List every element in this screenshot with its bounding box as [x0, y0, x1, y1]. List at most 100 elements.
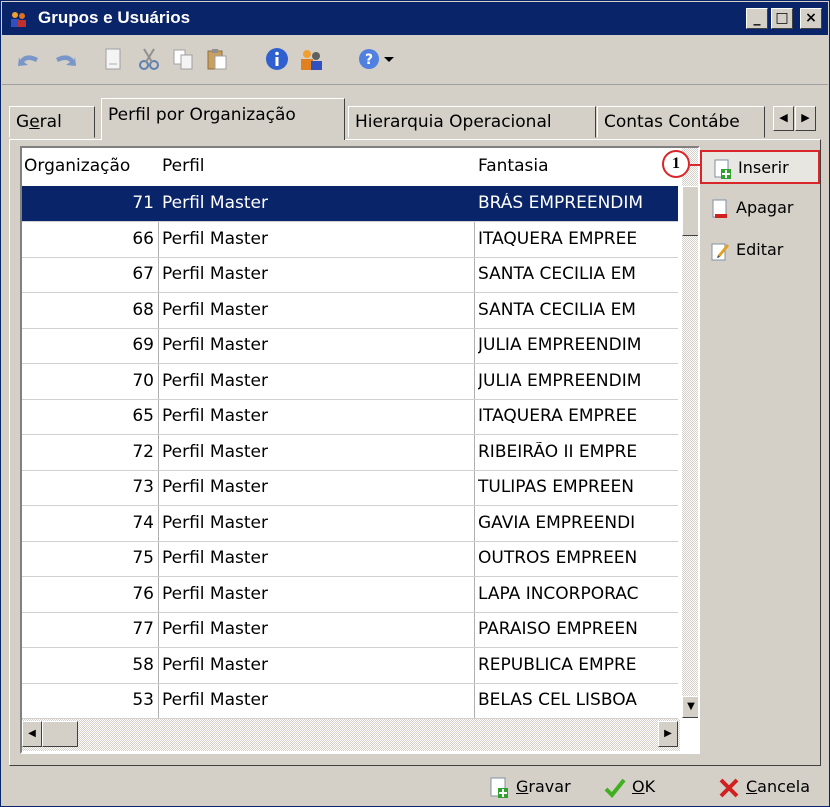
tab-hierarquia-operacional[interactable]: Hierarquia Operacional [348, 106, 596, 138]
cell-organizacao: 77 [132, 619, 154, 639]
insert-button[interactable]: Inserir [700, 150, 820, 184]
table-row[interactable]: 66 Perfil Master ITAQUERA EMPREE [22, 222, 678, 258]
table-row[interactable]: 70 Perfil Master JULIA EMPREENDIM [22, 364, 678, 400]
tab-perfil-por-organizacao[interactable]: Perfil por Organização [101, 98, 345, 140]
cell-organizacao: 71 [132, 193, 154, 213]
step-callout: 1 [662, 150, 690, 178]
scroll-right-button[interactable]: ▶ [658, 721, 678, 747]
cell-perfil: Perfil Master [162, 690, 268, 710]
cell-perfil: Perfil Master [162, 548, 268, 568]
tab-scroll-right-button[interactable]: ▶ [795, 106, 816, 131]
table-row[interactable]: 67 Perfil Master SANTA CECILIA EM [22, 257, 678, 293]
table-row[interactable]: 74 Perfil Master GAVIA EMPREENDI [22, 506, 678, 542]
delete-button[interactable]: Apagar [700, 192, 820, 226]
cell-fantasia: GAVIA EMPREENDI [478, 512, 636, 533]
profile-grid[interactable]: Organização Perfil Fantasia 71 Perfil Mas… [20, 146, 700, 754]
table-row[interactable]: 65 Perfil Master ITAQUERA EMPREE [22, 399, 678, 435]
cell-organizacao: 68 [132, 299, 154, 320]
svg-text:?: ? [365, 52, 373, 68]
tab-contas-contabeis[interactable]: Contas Contábe [597, 106, 765, 138]
column-header-organizacao[interactable]: Organização [24, 156, 130, 176]
tab-scroll-left-button[interactable]: ◀ [773, 106, 794, 131]
table-row[interactable]: 76 Perfil Master LAPA INCORPORAC [22, 577, 678, 613]
redo-icon[interactable] [52, 46, 78, 72]
cell-fantasia: ITAQUERA EMPREE [478, 406, 638, 426]
cell-fantasia: REPUBLICA EMPRE [478, 654, 637, 675]
cell-perfil: Perfil Master [162, 193, 268, 213]
vertical-scroll-thumb[interactable] [682, 186, 698, 236]
cancel-x-icon [719, 778, 739, 798]
cut-icon[interactable] [136, 46, 162, 72]
cell-perfil: Perfil Master [162, 228, 268, 249]
checkmark-icon [604, 778, 626, 798]
copy-icon[interactable] [170, 46, 196, 72]
save-icon [490, 777, 508, 798]
table-row[interactable]: 53 Perfil Master BELAS CEL LISBOA [22, 683, 678, 719]
new-document-icon[interactable] [100, 46, 126, 72]
cell-perfil: Perfil Master [162, 512, 268, 533]
cell-organizacao: 76 [132, 583, 154, 604]
cell-organizacao: 70 [132, 370, 154, 391]
cancel-button[interactable]: Cancela [714, 772, 810, 802]
table-row[interactable]: 75 Perfil Master OUTROS EMPREEN [22, 541, 678, 577]
column-header-perfil[interactable]: Perfil [162, 156, 205, 176]
table-row[interactable]: 77 Perfil Master PARAISO EMPREEN [22, 612, 678, 648]
cell-organizacao: 66 [132, 228, 154, 249]
table-row[interactable]: 73 Perfil Master TULIPAS EMPREEN [22, 470, 678, 506]
vertical-scrollbar[interactable]: ▼ [682, 148, 698, 718]
cell-organizacao: 69 [132, 335, 154, 355]
column-header-fantasia[interactable]: Fantasia [478, 156, 549, 176]
cell-organizacao: 73 [132, 477, 154, 497]
cell-perfil: Perfil Master [162, 654, 268, 675]
cell-organizacao: 58 [132, 654, 154, 675]
title-bar[interactable]: Grupos e Usuários _ □ × [2, 2, 828, 35]
cell-organizacao: 53 [132, 690, 154, 710]
table-row[interactable]: 72 Perfil Master RIBEIRÃO II EMPRE [22, 435, 678, 471]
cell-perfil: Perfil Master [162, 406, 268, 426]
close-button[interactable]: × [800, 8, 822, 29]
toolbar: ? [2, 35, 828, 85]
callout-pointer [690, 164, 702, 166]
main-window: Grupos e Usuários _ □ × ? Geral Perfil p… [0, 0, 830, 807]
save-button[interactable]: Gravar [484, 772, 571, 802]
cell-perfil: Perfil Master [162, 264, 268, 284]
cell-perfil: Perfil Master [162, 619, 268, 639]
user-group-icon [11, 12, 26, 27]
cell-perfil: Perfil Master [162, 370, 268, 391]
table-row[interactable]: 58 Perfil Master REPUBLICA EMPRE [22, 648, 678, 684]
info-icon[interactable] [264, 46, 290, 72]
cell-perfil: Perfil Master [162, 441, 268, 462]
insert-icon [714, 159, 731, 179]
cell-perfil: Perfil Master [162, 583, 268, 604]
cell-perfil: Perfil Master [162, 477, 268, 497]
window-title: Grupos e Usuários [38, 8, 191, 27]
user-group-icon[interactable] [298, 46, 324, 72]
minimize-button[interactable]: _ [746, 8, 768, 29]
maximize-button[interactable]: □ [771, 8, 793, 29]
cell-fantasia: TULIPAS EMPREEN [478, 477, 634, 497]
undo-icon[interactable] [16, 46, 42, 72]
cell-organizacao: 72 [132, 441, 154, 462]
scroll-down-button[interactable]: ▼ [682, 696, 698, 718]
cell-fantasia: ITAQUERA EMPREE [478, 228, 638, 249]
edit-button[interactable]: Editar [700, 234, 820, 268]
cell-fantasia: JULIA EMPREENDIM [478, 335, 642, 355]
scroll-left-button[interactable]: ◀ [22, 721, 42, 747]
table-row[interactable]: 69 Perfil Master JULIA EMPREENDIM [22, 328, 678, 364]
horizontal-scroll-thumb[interactable] [42, 721, 78, 747]
paste-icon[interactable] [204, 46, 230, 72]
cell-fantasia: LAPA INCORPORAC [478, 583, 639, 604]
cell-fantasia: RIBEIRÃO II EMPRE [478, 441, 638, 462]
horizontal-scrollbar[interactable]: ◀ ▶ [22, 719, 680, 751]
table-row[interactable]: 68 Perfil Master SANTA CECILIA EM [22, 293, 678, 329]
table-row[interactable]: 71 Perfil Master BRÁS EMPREENDIM [22, 186, 678, 222]
cell-fantasia: BRÁS EMPREENDIM [478, 193, 644, 213]
cell-perfil: Perfil Master [162, 335, 268, 355]
tab-geral[interactable]: Geral [9, 106, 95, 138]
dropdown-arrow-icon[interactable] [382, 46, 396, 72]
help-icon[interactable]: ? [356, 46, 382, 72]
ok-button[interactable]: OK [600, 772, 655, 802]
tab-panel: Organização Perfil Fantasia 71 Perfil Mas… [9, 139, 821, 766]
cell-fantasia: JULIA EMPREENDIM [478, 370, 642, 391]
cell-organizacao: 65 [132, 406, 154, 426]
